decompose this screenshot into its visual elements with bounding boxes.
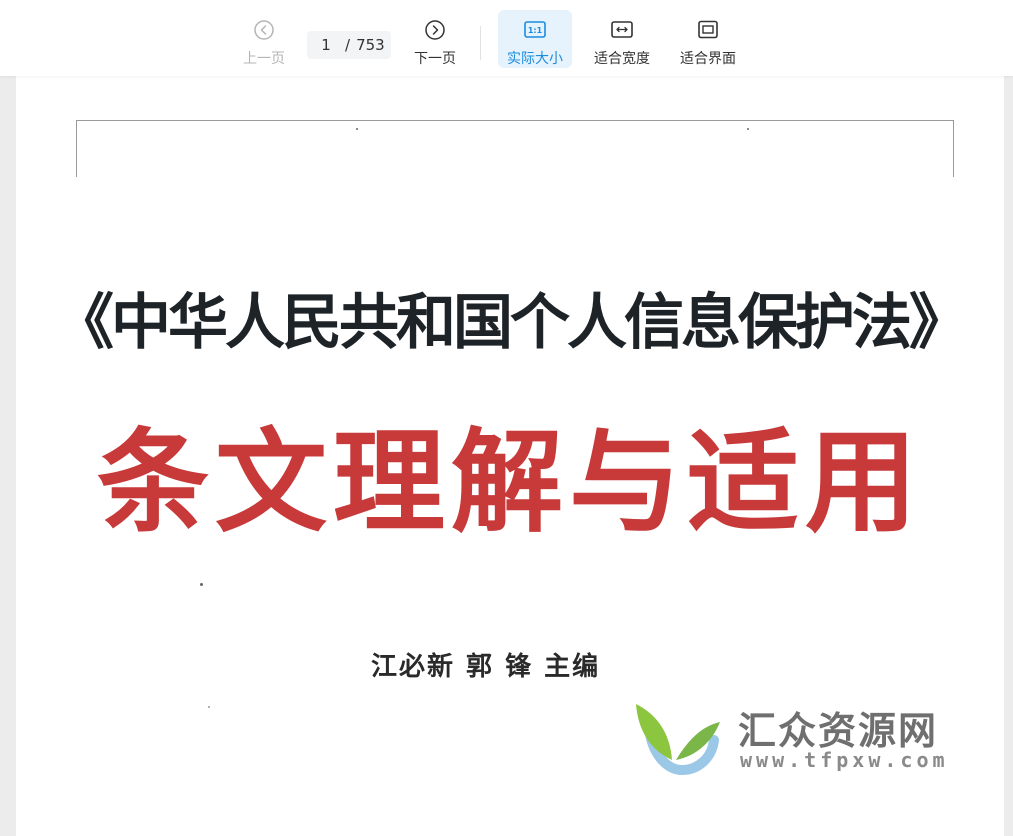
fit-width-label: 适合宽度 (594, 51, 650, 67)
total-pages: 753 (356, 36, 385, 54)
book-subtitle: 条文理解与适用 (97, 417, 923, 548)
watermark-name: 汇众资源网 (738, 709, 939, 753)
watermark: 汇众资源网 www.tfpxw.com (632, 700, 972, 780)
chevron-right-circle-icon (423, 18, 447, 42)
fit-width-button[interactable]: 适合宽度 (588, 10, 656, 68)
watermark-leaf-logo-icon (636, 704, 720, 776)
scan-speck (747, 128, 749, 130)
scan-speck (200, 583, 203, 586)
prev-page-button[interactable]: 上一页 (240, 10, 288, 68)
next-page-button[interactable]: 下一页 (411, 10, 459, 68)
chevron-left-circle-icon (252, 18, 276, 42)
page-indicator[interactable]: 1 / 753 (307, 31, 391, 59)
book-authors: 江必新 郭 锋 主编 (371, 652, 601, 682)
scan-speck (208, 706, 210, 708)
actual-size-icon-text: 1:1 (528, 26, 543, 35)
actual-size-icon: 1:1 (523, 18, 547, 42)
scan-speck (356, 128, 358, 130)
fit-width-icon (610, 18, 634, 42)
viewer-toolbar: 上一页 1 / 753 下一页 1:1 实际大小 适合宽度 适合界面 (0, 0, 1013, 76)
actual-size-button[interactable]: 1:1 实际大小 (498, 10, 572, 68)
cover-frame-border (76, 120, 954, 177)
fit-page-button[interactable]: 适合界面 (674, 10, 742, 68)
actual-size-label: 实际大小 (507, 51, 563, 67)
toolbar-divider (480, 26, 481, 60)
watermark-url: www.tfpxw.com (740, 748, 949, 772)
fit-page-label: 适合界面 (680, 51, 736, 67)
page-separator: / (345, 36, 351, 54)
fit-page-icon (696, 18, 720, 42)
current-page-input[interactable]: 1 (307, 36, 345, 54)
next-page-label: 下一页 (414, 51, 456, 67)
prev-page-label: 上一页 (243, 51, 285, 67)
book-title: 《中华人民共和国个人信息保护法》 (54, 288, 969, 358)
